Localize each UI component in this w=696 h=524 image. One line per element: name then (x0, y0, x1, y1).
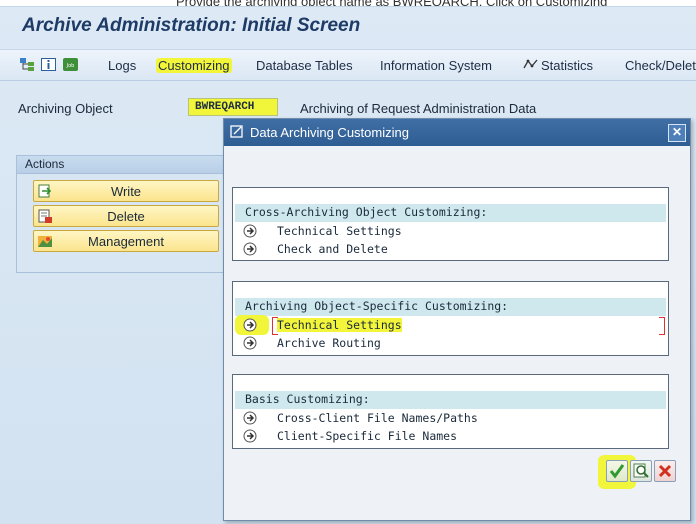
find-icon (633, 463, 649, 478)
toolbar-database-tables[interactable]: Database Tables (256, 58, 353, 73)
check-icon (609, 464, 625, 479)
job-icon[interactable]: Job (63, 58, 78, 71)
find-button[interactable] (630, 460, 652, 482)
option-label: Cross-Client File Names/Paths (277, 411, 478, 425)
toolbar-customizing[interactable]: Customizing (156, 58, 232, 73)
execute-icon (243, 318, 257, 332)
delete-button[interactable]: Delete (33, 205, 219, 227)
management-label: Management (88, 234, 164, 249)
option-label: Archive Routing (277, 336, 381, 350)
actions-header: Actions (17, 156, 223, 174)
client-specific-file-names[interactable]: Client-Specific File Names (233, 427, 668, 445)
dialog-title-bar[interactable]: Data Archiving Customizing ✕ (224, 119, 690, 146)
actions-group: Actions Write Delete Management (16, 155, 224, 273)
toolbar-statistics[interactable]: Statistics (541, 58, 593, 73)
cancel-button[interactable] (654, 460, 676, 482)
management-button[interactable]: Management (33, 230, 219, 252)
cross-archiving-group: Cross-Archiving Object Customizing: Tech… (232, 187, 669, 261)
archiving-object-label: Archiving Object (18, 101, 113, 116)
info-icon[interactable] (41, 58, 56, 71)
archive-routing[interactable]: Archive Routing (233, 334, 668, 352)
dialog-icon (230, 125, 243, 138)
option-label: Technical Settings (277, 224, 402, 238)
cross-technical-settings[interactable]: Technical Settings (233, 222, 668, 240)
execute-icon (243, 224, 257, 238)
toolbar-check-delete[interactable]: Check/Delete (625, 58, 696, 73)
group-header: Cross-Archiving Object Customizing: (235, 204, 666, 222)
execute-icon (243, 411, 257, 425)
delete-label: Delete (107, 209, 145, 224)
basis-customizing-group: Basis Customizing: Cross-Client File Nam… (232, 374, 669, 449)
dialog-title: Data Archiving Customizing (250, 125, 409, 140)
window-title: Archive Administration: Initial Screen (22, 15, 361, 36)
svg-text:Job: Job (66, 63, 75, 69)
application-toolbar: Job Logs Customizing Database Tables Inf… (0, 49, 696, 81)
option-label: Check and Delete (277, 242, 388, 256)
object-specific-group: Archiving Object-Specific Customizing: T… (232, 281, 669, 356)
toolbar-logs[interactable]: Logs (108, 58, 136, 73)
option-label: Client-Specific File Names (277, 429, 458, 443)
execute-icon (243, 242, 257, 256)
continue-button[interactable] (606, 460, 628, 482)
write-button[interactable]: Write (33, 180, 219, 202)
option-label: Technical Settings (277, 318, 402, 332)
cross-check-and-delete[interactable]: Check and Delete (233, 240, 668, 258)
toolbar-information-system[interactable]: Information System (380, 58, 492, 73)
statistics-icon[interactable] (523, 58, 538, 71)
archiving-object-description: Archiving of Request Administration Data (300, 101, 537, 116)
close-icon[interactable]: ✕ (668, 124, 686, 142)
object-technical-settings[interactable]: Technical Settings (233, 316, 668, 335)
data-archiving-customizing-dialog: Data Archiving Customizing ✕ Cross-Archi… (223, 118, 691, 521)
archiving-object-row: Archiving Object BWREQARCH Archiving of … (0, 97, 696, 119)
write-label: Write (110, 184, 142, 199)
execute-icon (243, 336, 257, 350)
group-header: Basis Customizing: (235, 391, 666, 409)
archiving-object-field[interactable]: BWREQARCH (188, 98, 278, 116)
cancel-icon (658, 464, 672, 478)
group-header: Archiving Object-Specific Customizing: (235, 298, 666, 316)
cross-client-file-names[interactable]: Cross-Client File Names/Paths (233, 409, 668, 427)
hierarchy-icon[interactable] (20, 58, 35, 71)
execute-icon (243, 429, 257, 443)
